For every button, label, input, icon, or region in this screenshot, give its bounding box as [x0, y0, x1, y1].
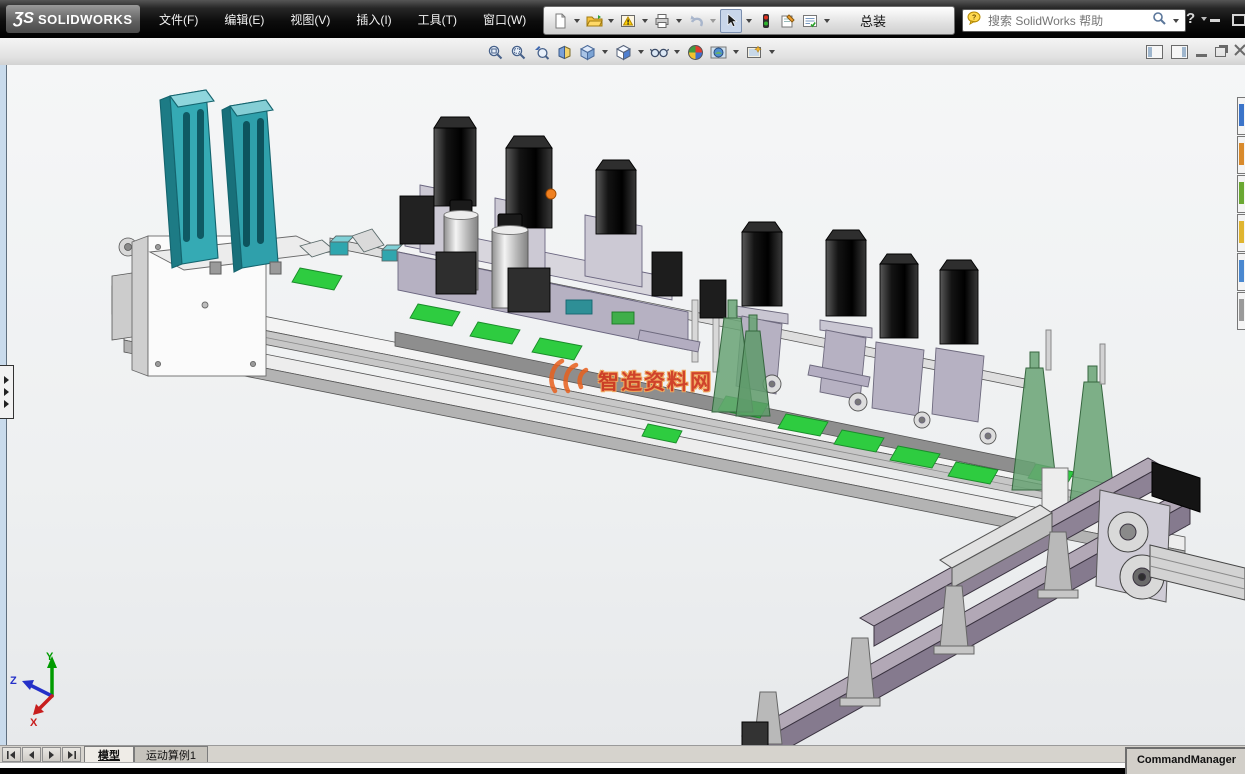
svg-text:?: ?: [972, 15, 976, 22]
solidworks-resources-tab[interactable]: [1237, 97, 1245, 135]
apply-scene-icon[interactable]: [708, 41, 728, 63]
featuremanager-collapsed-tab[interactable]: [0, 365, 14, 419]
display-style-caret-icon[interactable]: [638, 50, 644, 54]
orientation-triad: Y Z X: [10, 651, 57, 729]
model-3d-view: Y Z X: [0, 65, 1245, 745]
logo-text: SOLIDWORKS: [38, 12, 133, 27]
tab-nav-first-icon[interactable]: [2, 747, 21, 762]
menu-view[interactable]: 视图(V): [281, 7, 339, 32]
triad-z-label: Z: [10, 675, 17, 687]
central-process-station[interactable]: [398, 117, 719, 372]
restore-document-icon[interactable]: [1215, 47, 1226, 57]
view-orientation-icon[interactable]: [577, 41, 597, 63]
print-icon[interactable]: [652, 10, 672, 32]
zoom-to-fit-icon[interactable]: [485, 41, 505, 63]
publish-caret-icon[interactable]: [642, 19, 648, 23]
custom-properties-tab[interactable]: [1237, 292, 1245, 330]
zoom-previous-icon[interactable]: [531, 41, 551, 63]
undo-icon[interactable]: [686, 10, 706, 32]
magazine-feeder-station[interactable]: [132, 236, 330, 376]
status-bar: [0, 762, 1245, 768]
design-library-tab[interactable]: [1237, 136, 1245, 174]
menu-insert[interactable]: 插入(I): [347, 7, 400, 32]
help-search-box: ?: [962, 9, 1186, 32]
hide-show-items-icon[interactable]: [649, 41, 669, 63]
section-view-icon[interactable]: [554, 41, 574, 63]
close-document-icon[interactable]: [1234, 43, 1245, 61]
publish-edrawings-icon[interactable]: [618, 10, 638, 32]
view-settings-caret-icon[interactable]: [769, 50, 775, 54]
triad-x-label: X: [30, 717, 38, 729]
options-icon[interactable]: [800, 10, 820, 32]
edit-appearance-icon[interactable]: [685, 41, 705, 63]
watermark: 智造资料网: [546, 356, 713, 396]
menu-tools[interactable]: 工具(T): [409, 7, 466, 32]
view-settings-icon[interactable]: [744, 41, 764, 63]
view-orientation-caret-icon[interactable]: [602, 50, 608, 54]
minimize-button[interactable]: [1204, 13, 1226, 27]
display-style-icon[interactable]: [613, 41, 633, 63]
graphics-area[interactable]: Y Z X 智造资料网: [0, 65, 1245, 745]
help-balloon-icon: ?: [967, 11, 982, 30]
new-document-icon[interactable]: [550, 10, 570, 32]
title-bar: ƷS SOLIDWORKS 文件(F) 编辑(E) 视图(V) 插入(I) 工具…: [0, 0, 1245, 39]
watermark-logo-icon: [546, 356, 594, 396]
tab-model[interactable]: 模型: [84, 746, 134, 762]
new-document-caret-icon[interactable]: [574, 19, 580, 23]
open-caret-icon[interactable]: [608, 19, 614, 23]
print-caret-icon[interactable]: [676, 19, 682, 23]
tab-motion-study[interactable]: 运动算例1: [134, 746, 208, 762]
solidworks-logo: ƷS SOLIDWORKS: [6, 5, 140, 33]
task-pane-tabs: [1237, 97, 1245, 331]
standard-toolbar: 总装: [543, 6, 955, 35]
minimize-document-icon[interactable]: [1196, 54, 1207, 57]
search-input[interactable]: [986, 13, 1148, 29]
help-glyph: ?: [1186, 10, 1195, 27]
tab-nav-prev-icon[interactable]: [22, 747, 41, 762]
logo-mark: ƷS: [13, 10, 33, 28]
open-icon[interactable]: [584, 10, 604, 32]
options-caret-icon[interactable]: [824, 19, 830, 23]
apply-scene-caret-icon[interactable]: [733, 50, 739, 54]
select-caret-icon[interactable]: [746, 19, 752, 23]
view-palette-tab[interactable]: [1237, 214, 1245, 252]
select-cursor-icon[interactable]: [720, 9, 742, 33]
rebuild-note-icon[interactable]: [778, 10, 798, 32]
maximize-button[interactable]: [1228, 13, 1245, 27]
heads-up-view-toolbar: [485, 40, 777, 64]
tab-nav-next-icon[interactable]: [42, 747, 61, 762]
search-caret-icon[interactable]: [1173, 19, 1179, 23]
zoom-to-area-icon[interactable]: [508, 41, 528, 63]
search-icon[interactable]: [1152, 11, 1167, 31]
document-title: 总装: [860, 11, 886, 30]
file-explorer-tab[interactable]: [1237, 175, 1245, 213]
menu-window[interactable]: 窗口(W): [474, 7, 535, 32]
tab-nav-last-icon[interactable]: [62, 747, 81, 762]
tab-navigation-buttons: [2, 747, 81, 762]
undo-caret-icon[interactable]: [710, 19, 716, 23]
hide-show-caret-icon[interactable]: [674, 50, 680, 54]
view-settings-traffic-light-icon[interactable]: [756, 10, 776, 32]
watermark-text: 智造资料网: [598, 366, 713, 396]
document-window-controls: [1146, 42, 1245, 62]
menu-edit[interactable]: 编辑(E): [215, 7, 273, 32]
appearances-tab[interactable]: [1237, 253, 1245, 291]
pane-toggle-left-icon[interactable]: [1146, 45, 1163, 59]
menu-file[interactable]: 文件(F): [150, 7, 207, 32]
commandmanager-drag-label[interactable]: CommandManager: [1125, 747, 1245, 774]
triad-y-label: Y: [46, 651, 54, 663]
pane-toggle-right-icon[interactable]: [1171, 45, 1188, 59]
